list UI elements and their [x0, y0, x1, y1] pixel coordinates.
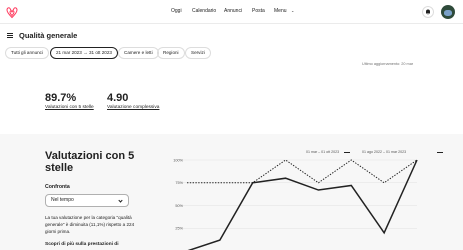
- filter-chip-all-listings[interactable]: Tutti gli annunci: [5, 47, 50, 59]
- compare-select[interactable]: Nel tempo: [45, 194, 129, 207]
- learn-more-text[interactable]: Scopri di più sulla prestazioni di: [45, 241, 145, 248]
- ratings-line-chart: 100% 75% 50% 25%: [173, 158, 418, 250]
- filter-chip-regions[interactable]: Regioni: [157, 47, 185, 59]
- filter-chip-services[interactable]: Servizi: [185, 47, 211, 59]
- kpi-overall-label[interactable]: Valutazione complessiva: [107, 105, 159, 110]
- kpi-five-star-label[interactable]: Valutazioni con 5 stelle: [45, 105, 94, 110]
- nav-menu[interactable]: Menu: [274, 8, 287, 14]
- kpi-five-star-value: 89.7%: [45, 92, 77, 104]
- menu-icon[interactable]: [7, 33, 13, 38]
- legend-dashed-swatch: [437, 152, 443, 153]
- filter-chip-date-range[interactable]: 21 mar 2023 → 31 ott 2023: [50, 47, 118, 59]
- filter-chip-rooms[interactable]: Camere e letti: [118, 47, 159, 59]
- y-tick-label: 25%: [175, 227, 183, 231]
- nav-posta[interactable]: Posta: [252, 8, 265, 14]
- legend-previous: 01 ago 2022 – 01 mar 2023: [362, 150, 407, 154]
- compare-select-value: Nel tempo: [51, 197, 74, 203]
- nav-annunci[interactable]: Annunci: [224, 8, 242, 14]
- section-title: Valutazioni con 5 stelle: [45, 150, 135, 174]
- nav-calendario[interactable]: Calendario: [192, 8, 216, 14]
- chevron-down-icon[interactable]: ⌄: [291, 8, 294, 13]
- chevron-down-icon: [118, 198, 123, 203]
- nav-oggi[interactable]: Oggi: [171, 8, 182, 14]
- y-tick-label: 100%: [173, 158, 183, 162]
- airbnb-logo-icon[interactable]: [6, 5, 18, 19]
- bell-icon[interactable]: [422, 6, 434, 18]
- last-updated-text: Ultimo aggiornamento: 20 mar: [362, 62, 414, 66]
- y-tick-label: 50%: [175, 204, 183, 208]
- avatar[interactable]: [441, 5, 455, 19]
- kpi-overall-value: 4.90: [107, 92, 129, 104]
- series-line-1: [187, 159, 418, 184]
- top-bar: Oggi Calendario Annunci Posta Menu ⌄: [0, 0, 463, 24]
- legend-current: 01 mar – 01 ott 2023: [306, 150, 340, 154]
- compare-label: Confronta: [45, 184, 70, 190]
- y-tick-label: 75%: [175, 181, 183, 185]
- change-description: La tua valutazione per la categoria "qua…: [45, 215, 135, 234]
- page-title: Qualità generale: [19, 31, 78, 40]
- legend-solid-swatch: [344, 152, 350, 153]
- series-line-0: [187, 159, 418, 250]
